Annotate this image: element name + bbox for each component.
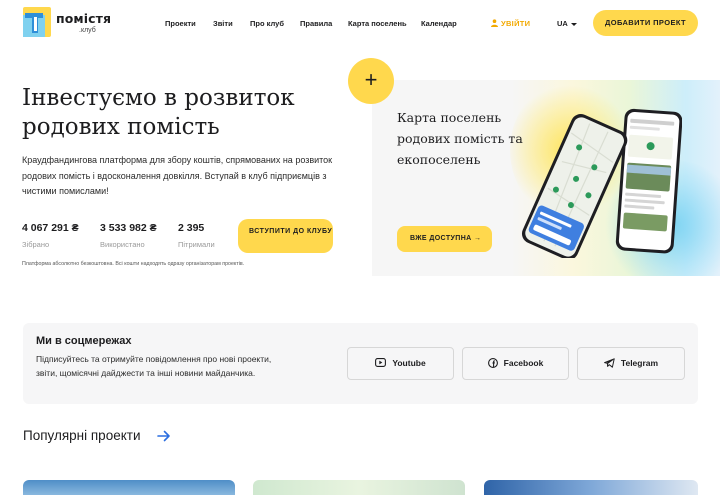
youtube-button[interactable]: Youtube (347, 347, 454, 380)
stat-used: 3 533 982 ₴ Використано (100, 222, 157, 249)
project-card-image[interactable] (484, 480, 698, 495)
join-club-button[interactable]: ВСТУПИТИ ДО КЛУБУ (238, 219, 333, 253)
user-icon (491, 19, 498, 27)
telegram-icon (604, 358, 615, 368)
facebook-button[interactable]: Facebook (462, 347, 569, 380)
stat-label: Зібрано (22, 240, 50, 249)
chevron-down-icon (570, 22, 577, 26)
arrow-right-icon[interactable] (157, 430, 171, 442)
social-title: Ми в соцмережах (36, 335, 132, 347)
phones-illustration (521, 108, 682, 258)
facebook-icon (487, 357, 498, 368)
stat-value: 3 533 982 ₴ (100, 222, 157, 234)
project-card-image[interactable] (253, 480, 465, 495)
youtube-icon (375, 358, 387, 368)
stat-label: Використано (100, 240, 145, 249)
login-label: УВІЙТИ (501, 19, 531, 28)
plus-button[interactable]: + (348, 58, 394, 104)
hero-note: Платформа абсолютно безкоштовна. Всі кош… (22, 261, 245, 267)
stat-supporters: 2 395 Пітримали (178, 222, 215, 249)
site-header: помістя .клуб Проекти Звіти Про клуб Пра… (0, 0, 720, 48)
language-value: UA (557, 19, 568, 28)
telegram-button[interactable]: Telegram (577, 347, 685, 380)
hero-description: Краудфандингова платформа для збору кошт… (22, 155, 333, 196)
facebook-label: Facebook (503, 358, 544, 368)
map-available-button[interactable]: ВЖЕ ДОСТУПНА → (397, 226, 492, 252)
stat-value: 4 067 291 ₴ (22, 222, 79, 234)
login-button[interactable]: УВІЙТИ (491, 19, 530, 28)
project-card-image[interactable] (23, 480, 235, 495)
nav-item-projects[interactable]: Проекти (165, 19, 196, 28)
social-description: Підписуйтесь та отримуйте повідомлення п… (36, 354, 272, 378)
nav-item-rules[interactable]: Правила (300, 19, 332, 28)
stat-label: Пітримали (178, 240, 215, 249)
youtube-label: Youtube (392, 358, 426, 368)
stat-value: 2 395 (178, 222, 205, 234)
language-select[interactable]: UA (557, 19, 577, 28)
nav-item-calendar[interactable]: Календар (421, 19, 457, 28)
hero-title: Інвестуємо в розвиток родових помість (22, 85, 295, 140)
map-promo-card[interactable]: Карта поселень родових помість та екопос… (372, 80, 720, 276)
social-section: Ми в соцмережах Підписуйтесь та отримуйт… (23, 323, 698, 404)
add-project-button[interactable]: ДОБАВИТИ ПРОЕКТ (593, 10, 698, 36)
popular-projects-title: Популярні проекти (23, 428, 141, 443)
nav-item-map[interactable]: Карта поселень (348, 19, 407, 28)
telegram-label: Telegram (620, 358, 659, 368)
nav-item-about[interactable]: Про клуб (250, 19, 284, 28)
nav-item-reports[interactable]: Звіти (213, 19, 233, 28)
stat-collected: 4 067 291 ₴ Зібрано (22, 222, 79, 249)
